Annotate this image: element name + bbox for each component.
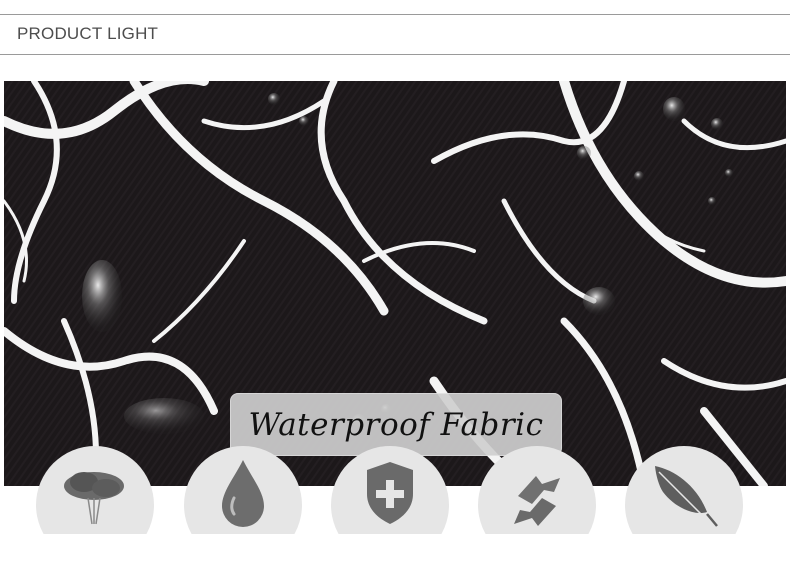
section-title: PRODUCT LIGHT (17, 24, 159, 43)
header-rule-bottom (0, 54, 790, 55)
page-bottom (0, 534, 790, 578)
fabric-banner-image: Waterproof Fabric (4, 81, 786, 486)
waterproof-label-text: Waterproof Fabric (248, 406, 544, 443)
header-rule-top (0, 14, 790, 15)
